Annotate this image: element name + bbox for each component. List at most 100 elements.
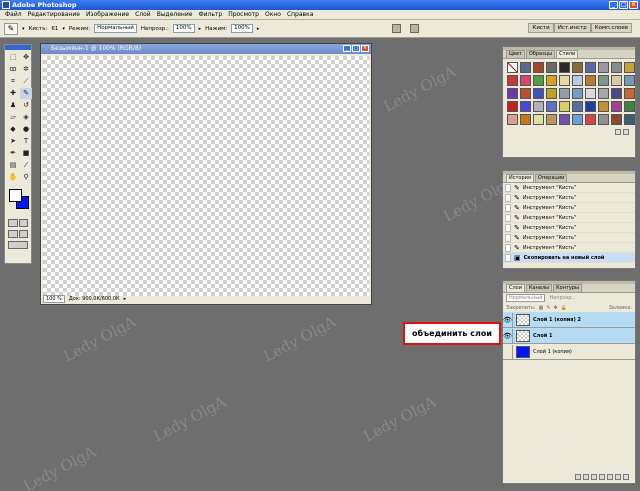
tab-swatches[interactable]: Образцы [525,50,556,58]
menu-layer[interactable]: Слой [132,11,154,18]
menu-filter[interactable]: Фильтр [195,11,225,18]
style-swatch[interactable] [546,88,557,99]
style-swatch[interactable] [533,88,544,99]
blend-mode-select[interactable]: Нормальный [506,294,546,302]
brush-tool-preset-icon[interactable]: ✎ [4,22,18,35]
menu-edit[interactable]: Редактирование [25,11,83,18]
style-swatch[interactable] [507,101,518,112]
style-swatch[interactable] [624,88,635,99]
style-swatch[interactable] [559,114,570,125]
menu-view[interactable]: Просмотр [225,11,262,18]
shape-tool-icon[interactable]: ■ [20,148,32,159]
image-canvas[interactable] [43,56,369,296]
style-swatch[interactable] [572,75,583,86]
path-selection-tool-icon[interactable]: ➤ [7,136,19,147]
lock-transparency-icon[interactable]: ▦ [539,305,544,311]
file-browser-icon[interactable] [410,24,419,33]
airbrush-icon[interactable] [392,24,401,33]
hand-tool-icon[interactable]: ✋ [7,172,19,183]
style-swatch[interactable] [572,62,583,73]
pen-tool-icon[interactable]: ✒ [7,148,19,159]
style-swatch[interactable] [520,75,531,86]
notes-tool-icon[interactable]: ▤ [7,160,19,171]
tab-actions[interactable]: Операции [534,174,568,182]
style-swatch[interactable] [533,114,544,125]
style-swatch[interactable] [520,101,531,112]
style-swatch[interactable] [611,114,622,125]
menu-select[interactable]: Выделение [154,11,196,18]
tab-styles[interactable]: Стили [556,50,579,58]
style-swatch[interactable] [559,88,570,99]
style-swatch[interactable] [624,62,635,73]
style-swatch[interactable] [546,75,557,86]
opacity-slider-icon[interactable]: ▸ [199,26,202,32]
lasso-tool-icon[interactable]: ꝏ [7,64,19,75]
style-swatch[interactable] [559,62,570,73]
zoom-field[interactable]: 100 % [43,295,65,303]
style-swatch[interactable] [546,114,557,125]
new-group-icon[interactable] [599,474,605,480]
style-swatch[interactable] [546,62,557,73]
style-swatch[interactable] [520,88,531,99]
style-swatch[interactable] [572,101,583,112]
tab-paths[interactable]: Контуры [553,284,582,292]
gradient-tool-icon[interactable]: ◈ [20,112,32,123]
tab-layers[interactable]: Слои [506,284,525,292]
doc-maximize-button[interactable]: □ [352,45,360,52]
new-layer-icon[interactable] [615,474,621,480]
menu-file[interactable]: Файл [2,11,25,18]
layer-mask-icon[interactable] [591,474,597,480]
type-tool-icon[interactable]: T [20,136,32,147]
jump-to-imageready-button[interactable] [8,241,28,249]
lock-position-icon[interactable]: ✥ [554,305,558,311]
standard-mode-button[interactable] [8,219,18,227]
doc-close-button[interactable]: × [361,45,369,52]
palette-well-tab-brushes[interactable]: Кисти [528,23,554,33]
brush-dropdown-icon[interactable]: ▾ [62,26,65,32]
style-swatch[interactable] [624,114,635,125]
eye-icon[interactable]: 👁 [503,328,513,343]
history-brush-tool-icon[interactable]: ↺ [20,100,32,111]
blur-tool-icon[interactable]: ◆ [7,124,19,135]
palette-well-tab-layer-comps[interactable]: Комп.слоев [590,23,632,33]
history-item[interactable]: ✎ Инструмент "Кисть" [503,203,635,213]
healing-brush-tool-icon[interactable]: ✚ [7,88,19,99]
marquee-tool-icon[interactable]: ⬚ [7,52,19,63]
maximize-button[interactable]: □ [619,1,628,9]
link-layers-icon[interactable] [575,474,581,480]
style-swatch[interactable] [585,75,596,86]
history-item[interactable]: ✎ Инструмент "Кисть" [503,183,635,193]
magic-wand-tool-icon[interactable]: ✲ [20,64,32,75]
history-item-selected[interactable]: ▣ Скопировать на новый слой [503,253,635,263]
opacity-field[interactable]: 100% [172,24,195,33]
style-swatch[interactable] [507,62,518,73]
document-titlebar[interactable]: Безымянн-1 @ 100% (RGB/8) _ □ × [41,44,371,54]
style-swatch[interactable] [507,88,518,99]
style-swatch[interactable] [559,75,570,86]
style-swatch[interactable] [611,88,622,99]
style-swatch[interactable] [546,101,557,112]
lock-image-icon[interactable]: ✎ [546,305,550,311]
move-tool-icon[interactable]: ✥ [20,52,32,63]
history-item[interactable]: ✎ Инструмент "Кисть" [503,233,635,243]
style-swatch[interactable] [585,62,596,73]
tab-channels[interactable]: Каналы [526,284,553,292]
brush-tool-icon[interactable]: ✎ [20,88,32,99]
full-screen-mode-button[interactable] [18,230,28,238]
style-swatch[interactable] [598,62,609,73]
style-swatch[interactable] [533,75,544,86]
tab-history[interactable]: История [506,174,534,182]
slice-tool-icon[interactable]: ⟋ [20,76,32,87]
brush-size[interactable]: 61 [51,26,58,32]
delete-style-icon[interactable] [623,129,629,135]
style-swatch[interactable] [585,114,596,125]
style-swatch[interactable] [611,62,622,73]
adjustment-layer-icon[interactable] [607,474,613,480]
minimize-button[interactable]: _ [609,1,618,9]
style-swatch[interactable] [585,101,596,112]
new-style-icon[interactable] [615,129,621,135]
mode-select[interactable]: Нормальный [94,24,137,33]
dodge-tool-icon[interactable]: ● [20,124,32,135]
style-swatch[interactable] [572,114,583,125]
style-swatch[interactable] [624,75,635,86]
